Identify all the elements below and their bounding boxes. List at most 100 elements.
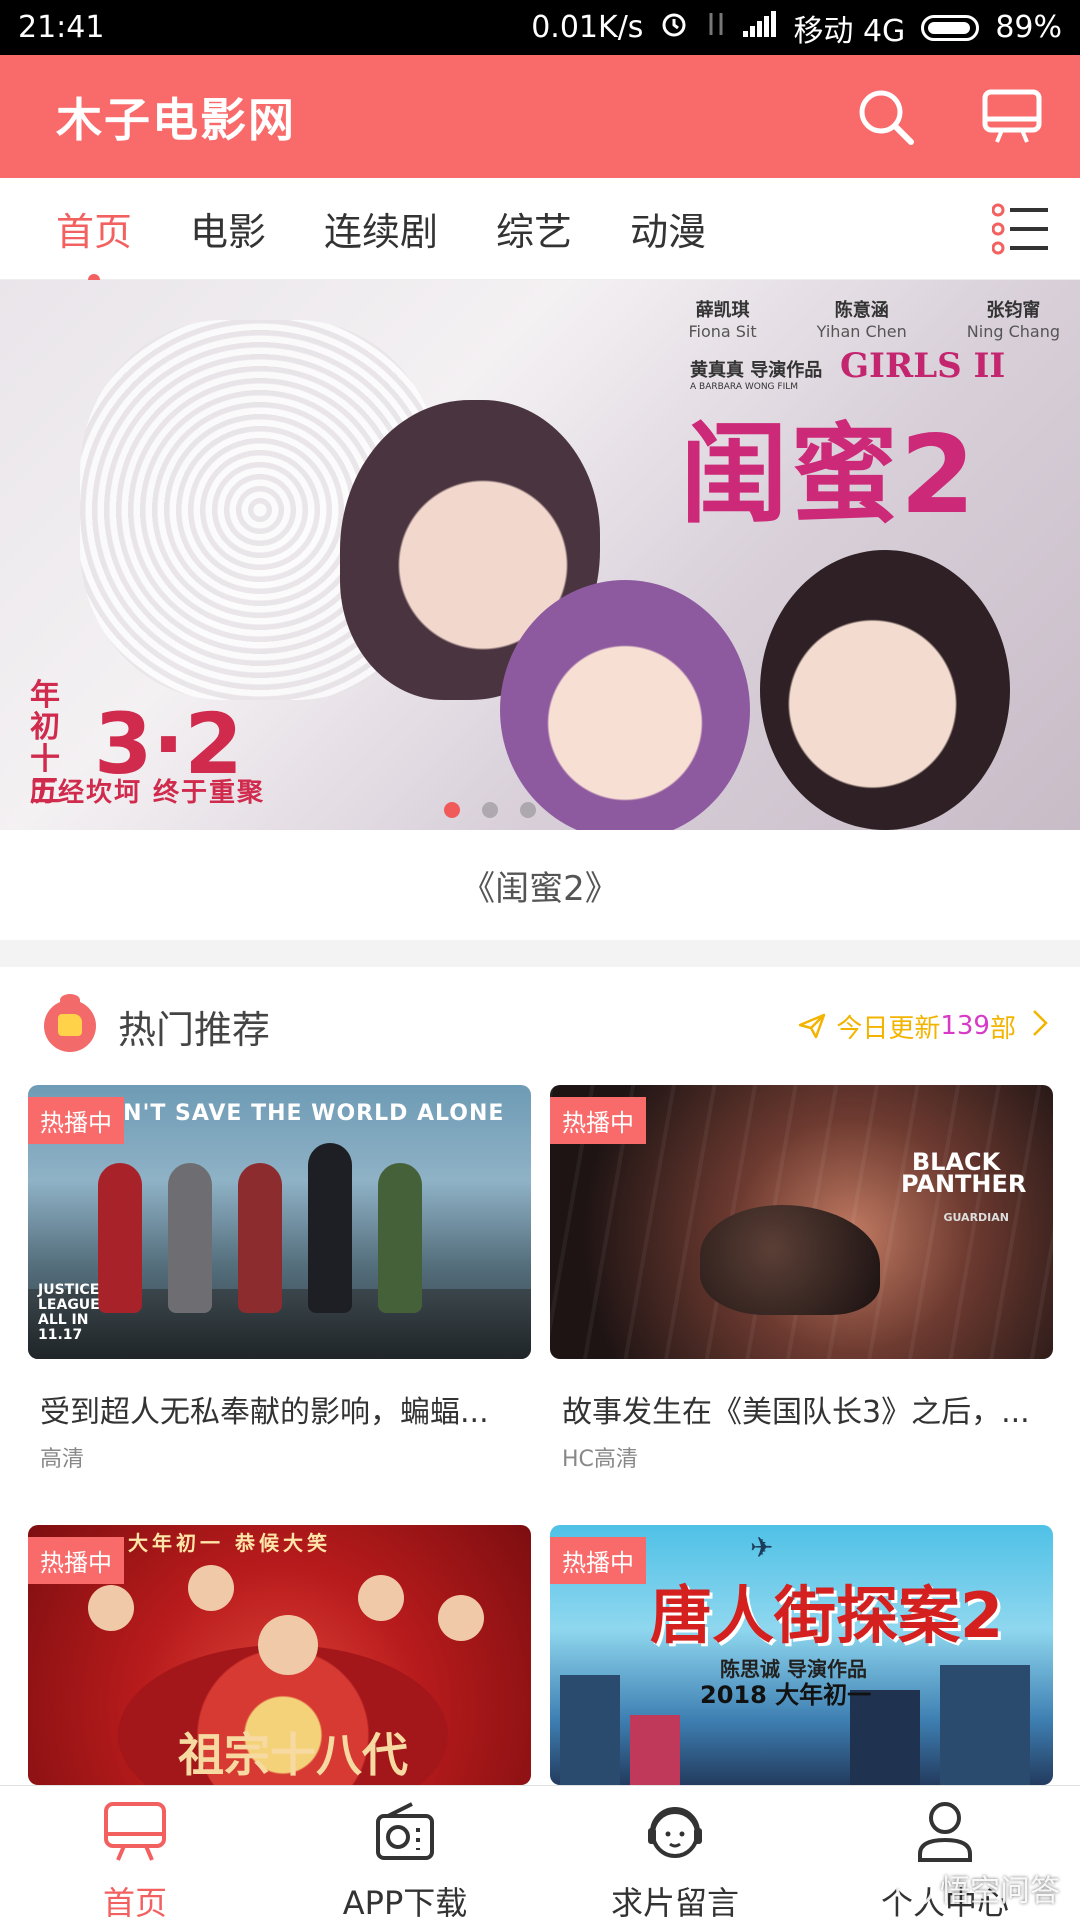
watermark-logo-icon <box>896 1869 934 1907</box>
update-count: 139 <box>940 1011 990 1041</box>
chevron-right-icon <box>1032 1009 1048 1044</box>
poster-figure <box>308 1143 352 1313</box>
carousel-dot[interactable] <box>520 802 536 818</box>
poster-figure <box>238 1163 282 1313</box>
carousel-dot[interactable] <box>482 802 498 818</box>
movie-poster: ✈ 唐人街探案2 陈思诚 导演作品 2018 大年初一 热播中 <box>550 1525 1053 1785</box>
poster-logo: 祖宗十八代 <box>178 1728 408 1782</box>
nav-label: APP下载 <box>342 1884 468 1920</box>
nav-label: 求片留言 <box>610 1884 739 1920</box>
tab-movies[interactable]: 电影 <box>190 201 266 256</box>
poster-sub: GUARDIAN <box>943 1211 1009 1224</box>
movie-poster: BLACK PANTHER GUARDIAN 热播中 <box>550 1085 1053 1359</box>
banner-tagline: 历经坎坷 终于重聚 <box>30 778 266 808</box>
signal-icon <box>743 10 777 45</box>
send-icon <box>798 1013 826 1039</box>
section-header-hot: 热门推荐 今日更新 139 部 <box>0 967 1080 1085</box>
banner-credit: 陈意涵 Yihan Chen <box>817 296 907 341</box>
battery-percent: 89% <box>995 10 1062 45</box>
carrier-label: 移动 4G <box>793 13 906 49</box>
hot-badge: 热播中 <box>550 1097 646 1144</box>
poster-building <box>630 1715 680 1785</box>
credit-en: Fiona Sit <box>688 322 757 341</box>
banner-carousel[interactable]: 薛凯琪 Fiona Sit 陈意涵 Yihan Chen 张钧甯 Ning Chang… <box>0 280 1080 830</box>
poster-figure <box>88 1585 134 1631</box>
poster-figure <box>258 1615 318 1675</box>
watermark-text: 悟空问答 <box>940 1874 1060 1909</box>
user-icon <box>910 1796 980 1866</box>
tab-variety[interactable]: 综艺 <box>496 201 572 256</box>
poster-building <box>940 1665 1030 1785</box>
app-title: 木子电影网 <box>56 92 296 147</box>
credit-en: Ning Chang <box>966 322 1060 341</box>
today-update-link[interactable]: 今日更新 139 部 <box>798 1008 1048 1045</box>
banner-actress-3 <box>760 550 1010 830</box>
banner-credits: 薛凯琪 Fiona Sit 陈意涵 Yihan Chen 张钧甯 Ning Chang <box>688 296 1060 341</box>
credit-cn: 张钧甯 <box>986 300 1041 321</box>
status-right: 0.01K/s 移动 4G 89% <box>531 6 1062 50</box>
movie-title: 故事发生在《美国队长3》之后，... <box>562 1395 1030 1430</box>
list-menu-icon[interactable] <box>991 202 1050 256</box>
nav-app-download[interactable]: APP下载 <box>270 1786 540 1920</box>
carousel-indicators <box>444 802 536 818</box>
movie-quality: 高清 <box>40 1447 85 1472</box>
banner-actress-2 <box>500 580 750 830</box>
movie-poster: 大年初一 恭候大笑 祖宗十八代 热播中 <box>28 1525 531 1785</box>
hot-badge: 热播中 <box>28 1537 124 1584</box>
watermark: 悟空问答 <box>896 1866 1060 1910</box>
headset-icon <box>640 1796 710 1866</box>
director-cn: 黄真真 导演作品 <box>690 360 823 381</box>
battery-icon <box>921 14 980 41</box>
banner-girls-logo: GIRLS II <box>840 346 1006 386</box>
movie-poster: CAN'T SAVE THE WORLD ALONE JUSTICE LEAGU… <box>28 1085 531 1359</box>
hot-badge: 热播中 <box>28 1097 124 1144</box>
banner-credit: 薛凯琪 Fiona Sit <box>688 296 756 341</box>
movie-card[interactable]: CAN'T SAVE THE WORLD ALONE JUSTICE LEAGU… <box>28 1085 531 1473</box>
banner-caption[interactable]: 《闺蜜2》 <box>0 830 1080 940</box>
movie-card[interactable]: 大年初一 恭候大笑 祖宗十八代 热播中 <box>28 1525 531 1785</box>
banner-movie-title: 闺蜜2 <box>680 413 978 538</box>
nav-home[interactable]: 首页 <box>0 1786 270 1920</box>
app-header: 木子电影网 <box>0 55 1080 178</box>
airplane-icon: ✈ <box>750 1531 774 1564</box>
poster-sub: 2018 大年初一 <box>700 1681 872 1709</box>
movie-quality: HC高清 <box>562 1447 638 1472</box>
update-suffix: 部 <box>989 1013 1016 1044</box>
data-off-icon <box>705 9 727 47</box>
search-icon[interactable] <box>854 85 918 149</box>
header-actions <box>854 85 1044 149</box>
poster-building <box>560 1675 620 1785</box>
credit-en: Yihan Chen <box>816 322 907 341</box>
poster-figure <box>358 1575 404 1621</box>
hot-badge: 热播中 <box>550 1537 646 1584</box>
poster-logo: JUSTICE LEAGUE ALL IN 11.17 <box>38 1282 100 1343</box>
section-title: 热门推荐 <box>118 1007 271 1052</box>
poster-headline: CAN'T SAVE THE WORLD ALONE <box>88 1101 505 1126</box>
thumbs-up-icon <box>44 994 96 1052</box>
status-time: 21:41 <box>18 10 105 45</box>
poster-figure <box>378 1163 422 1313</box>
poster-headline: 唐人街探案2 <box>650 1579 1004 1652</box>
banner-credit: 张钧甯 Ning Chang <box>967 296 1060 341</box>
radio-icon <box>370 1796 440 1866</box>
movie-card[interactable]: ✈ 唐人街探案2 陈思诚 导演作品 2018 大年初一 热播中 <box>550 1525 1053 1785</box>
category-tabs: 首页 电影 连续剧 综艺 动漫 <box>0 178 1080 286</box>
tv-icon[interactable] <box>980 85 1044 149</box>
poster-figure <box>438 1595 484 1641</box>
banner-director: 黄真真 导演作品 A BARBARA WONG FILM <box>690 356 822 392</box>
movie-title: 受到超人无私奉献的影响，蝙蝠... <box>40 1395 489 1430</box>
poster-figure <box>188 1565 234 1611</box>
movie-card[interactable]: BLACK PANTHER GUARDIAN 热播中 故事发生在《美国队长3》之… <box>550 1085 1053 1473</box>
carousel-dot[interactable] <box>444 802 460 818</box>
credit-cn: 薛凯琪 <box>695 300 750 321</box>
alarm-icon <box>659 9 689 47</box>
update-prefix: 今日更新 <box>836 1013 941 1044</box>
poster-figure <box>168 1163 212 1313</box>
tab-series[interactable]: 连续剧 <box>324 201 438 256</box>
tv-home-icon <box>100 1796 170 1866</box>
nav-label: 首页 <box>102 1884 167 1920</box>
tab-anime[interactable]: 动漫 <box>630 201 706 256</box>
poster-headline: 大年初一 恭候大笑 <box>128 1531 331 1555</box>
nav-request[interactable]: 求片留言 <box>540 1786 810 1920</box>
tab-home[interactable]: 首页 <box>56 201 132 286</box>
